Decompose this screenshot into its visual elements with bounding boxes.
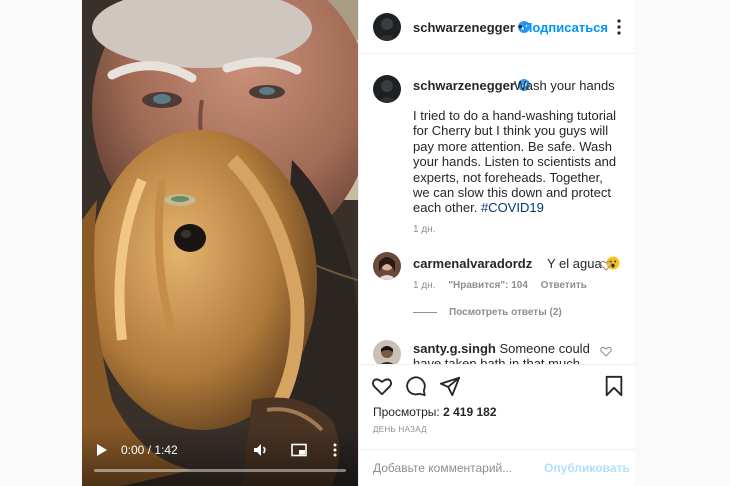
- more-vertical-icon[interactable]: [332, 442, 338, 458]
- post-panel: schwarzenegger • Подписаться schwarzeneg…: [358, 0, 635, 486]
- like-comment-heart-icon[interactable]: [600, 260, 612, 271]
- header-username[interactable]: schwarzenegger: [413, 20, 530, 35]
- volume-icon[interactable]: [253, 442, 269, 458]
- post-header: schwarzenegger • Подписаться: [359, 0, 635, 54]
- comment-username[interactable]: santy.g.singh: [413, 341, 496, 356]
- avatar[interactable]: [373, 75, 401, 103]
- video-progress-bar[interactable]: [94, 469, 346, 472]
- separator-dot: •: [518, 19, 523, 34]
- post-actions: Просмотры: 2 419 182 ДЕНЬ НАЗАД Опублико…: [359, 364, 635, 484]
- avatar[interactable]: [373, 252, 401, 280]
- like-comment-heart-icon[interactable]: [600, 346, 612, 357]
- avatar[interactable]: [373, 13, 401, 41]
- add-comment-bar: Опубликовать: [359, 449, 635, 485]
- follow-button[interactable]: Подписаться: [523, 20, 608, 35]
- comment-input[interactable]: [373, 460, 533, 476]
- heart-icon[interactable]: [371, 375, 393, 397]
- bookmark-icon[interactable]: [603, 375, 625, 397]
- view-count: Просмотры: 2 419 182: [373, 405, 497, 419]
- reply-button[interactable]: Ответить: [541, 280, 587, 291]
- page-background-right: [634, 0, 730, 486]
- video-player[interactable]: 0:00 / 1:42: [82, 0, 358, 486]
- picture-in-picture-icon[interactable]: [291, 442, 307, 458]
- comment-meta: 1 дн. "Нравится": 104 Ответить: [413, 280, 597, 291]
- post-date: ДЕНЬ НАЗАД: [373, 425, 427, 434]
- divider-line: [413, 311, 437, 313]
- comment-timestamp: 1 дн.: [413, 280, 436, 291]
- share-icon[interactable]: [439, 375, 461, 397]
- view-replies-button[interactable]: Посмотреть ответы (2): [413, 307, 562, 318]
- caption-first-line: Wash your hands: [514, 78, 615, 93]
- play-icon[interactable]: [96, 443, 108, 457]
- comment-likes[interactable]: "Нравится": 104: [448, 280, 528, 291]
- page-background-left: [0, 0, 82, 486]
- comment-username[interactable]: carmenalvaradordz: [413, 256, 532, 271]
- comment-icon[interactable]: [405, 375, 427, 397]
- caption-text: I tried to do a hand-washing tutorial fo…: [413, 108, 617, 216]
- caption-username[interactable]: schwarzenegger: [413, 78, 530, 93]
- video-frame: [82, 0, 358, 486]
- caption-timestamp: 1 дн.: [413, 224, 436, 235]
- more-options-icon[interactable]: [617, 19, 621, 35]
- video-time: 0:00 / 1:42: [121, 443, 178, 457]
- comment-body: santy.g.singh Someone could have taken b…: [413, 341, 603, 364]
- publish-button[interactable]: Опубликовать: [544, 461, 630, 475]
- hashtag-link[interactable]: #COVID19: [481, 200, 544, 215]
